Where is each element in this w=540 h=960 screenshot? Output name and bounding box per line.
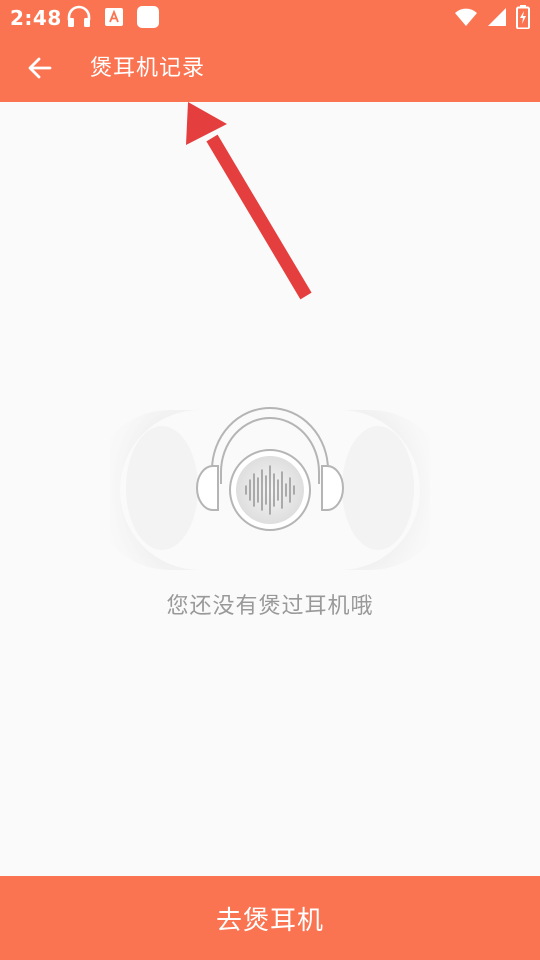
back-button[interactable] [18,48,62,92]
app-bar: 煲耳机记录 [0,38,540,102]
headphones-icon [66,5,92,33]
wifi-icon [454,6,478,32]
status-time: 2:48 [10,6,62,30]
screen: 2:48 煲耳机记录 您还没有煲过耳机哦 去煲耳机 [0,0,540,960]
status-left-icons [66,5,160,33]
arrow-left-icon [26,54,54,86]
headphones-soundwave-icon [90,380,450,590]
status-bar: 2:48 [0,0,540,38]
cellular-signal-icon [486,6,508,32]
empty-state-message: 您还没有煲过耳机哦 [166,594,374,619]
start-burn-in-button[interactable]: 去煲耳机 [0,876,540,960]
keyboard-a-icon [104,7,124,31]
status-right-icons [454,5,530,33]
page-title: 煲耳机记录 [90,56,206,81]
app-square-icon [136,5,160,33]
battery-charging-icon [516,5,530,33]
